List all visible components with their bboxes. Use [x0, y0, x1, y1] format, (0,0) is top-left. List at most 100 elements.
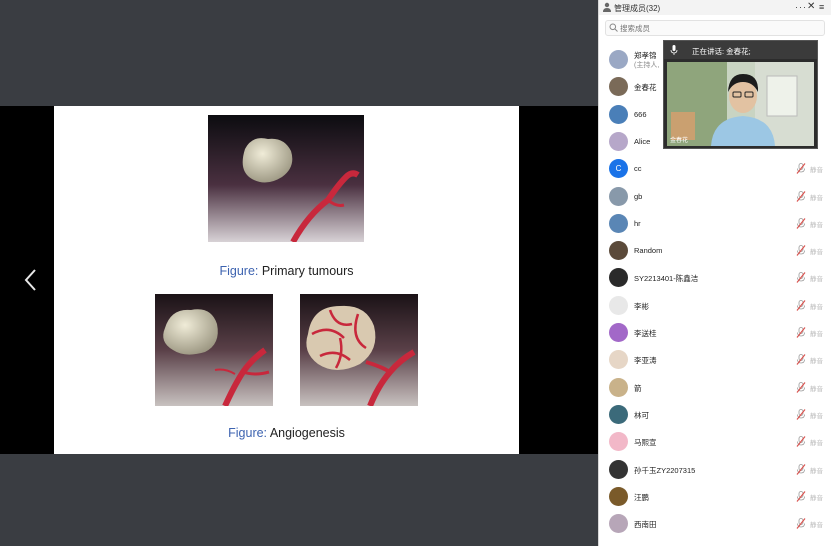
- angiogenesis-after-image: [300, 294, 418, 406]
- mute-label: 静音: [810, 249, 823, 257]
- member-role: (主持人,: [634, 62, 660, 69]
- caption-text: Primary tumours: [258, 264, 354, 278]
- avatar: [609, 514, 628, 534]
- member-row[interactable]: 李送桂 静音: [599, 321, 831, 345]
- muted-microphone-icon[interactable]: [796, 217, 806, 229]
- member-row[interactable]: 孙千玉ZY2207315 静音: [599, 458, 831, 482]
- previous-slide-arrow-icon[interactable]: [20, 266, 42, 294]
- mute-label: 静音: [810, 385, 823, 393]
- muted-microphone-icon[interactable]: [796, 163, 806, 175]
- muted-microphone-icon[interactable]: [796, 299, 806, 311]
- avatar: [609, 131, 628, 151]
- figure-caption-primary: Figure: Primary tumours: [54, 264, 519, 278]
- caption-text: Angiogenesis: [267, 426, 345, 440]
- member-row[interactable]: Ccc 静音: [599, 157, 831, 181]
- member-row[interactable]: 箭 静音: [599, 376, 831, 400]
- avatar: [609, 268, 628, 288]
- member-row[interactable]: 林可 静音: [599, 403, 831, 427]
- member-row[interactable]: Random 静音: [599, 239, 831, 263]
- mute-label: 静音: [810, 167, 823, 175]
- presentation-stage: Figure: Primary tumours Figure: Angiogen…: [0, 0, 598, 546]
- menu-icon[interactable]: ≡: [819, 2, 824, 12]
- member-name: cc: [634, 164, 642, 174]
- member-row[interactable]: 李彬 静音: [599, 294, 831, 318]
- member-row[interactable]: 马熙宣 静音: [599, 430, 831, 454]
- speaker-status-bar: 正在讲话: 金春花;: [664, 41, 817, 59]
- mute-label: 静音: [810, 194, 823, 202]
- avatar: [609, 186, 628, 206]
- avatar: [609, 104, 628, 124]
- avatar: [609, 241, 628, 261]
- mute-label: 静音: [810, 522, 823, 530]
- mute-label: 静音: [810, 276, 823, 284]
- more-options-icon[interactable]: ···: [795, 2, 807, 12]
- member-row[interactable]: gb 静音: [599, 185, 831, 209]
- member-name: 金春花: [634, 83, 657, 93]
- member-name: Random: [634, 246, 663, 256]
- shared-screen: Figure: Primary tumours Figure: Angiogen…: [0, 106, 598, 454]
- mute-label: 静音: [810, 221, 823, 229]
- member-row[interactable]: 西南田 静音: [599, 512, 831, 536]
- avatar: [609, 50, 628, 69]
- member-name: 666: [634, 109, 647, 119]
- figure-label: Figure:: [219, 264, 259, 278]
- member-row[interactable]: SY2213401-陈鑫洁 静音: [599, 266, 831, 290]
- avatar: [609, 404, 628, 424]
- search-input[interactable]: [620, 21, 815, 35]
- member-name: 西南田: [634, 520, 657, 530]
- member-panel-title: 管理成员(32): [614, 4, 661, 13]
- mute-label: 静音: [810, 303, 823, 311]
- close-icon[interactable]: ✕: [807, 1, 815, 12]
- speaking-status: 正在讲话: 金春花;: [692, 47, 751, 56]
- avatar: [609, 323, 628, 342]
- muted-microphone-icon[interactable]: [796, 245, 806, 256]
- muted-microphone-icon[interactable]: [796, 408, 806, 420]
- member-row[interactable]: 汪鹏 静音: [599, 485, 831, 509]
- avatar: [609, 377, 628, 397]
- muted-microphone-icon[interactable]: [796, 272, 806, 284]
- avatar: [609, 295, 628, 315]
- mute-label: 静音: [810, 440, 823, 448]
- figure-caption-angiogenesis: Figure: Angiogenesis: [54, 426, 519, 440]
- muted-microphone-icon[interactable]: [796, 190, 806, 202]
- avatar: [609, 350, 628, 370]
- member-name: 箭: [634, 383, 642, 393]
- avatar: [609, 432, 628, 452]
- figure-label: Figure:: [228, 426, 268, 440]
- member-panel-header: 管理成员(32) ··· ✕ ≡: [599, 0, 831, 15]
- speaker-name-tag: 金春花: [670, 138, 689, 144]
- avatar: [609, 77, 628, 97]
- muted-microphone-icon[interactable]: [796, 463, 806, 475]
- angiogenesis-before-image: [155, 294, 273, 406]
- member-row[interactable]: hr 静音: [599, 212, 831, 236]
- member-name: gb: [634, 191, 643, 201]
- muted-microphone-icon[interactable]: [796, 354, 806, 366]
- member-name: 李亚涛: [634, 356, 657, 366]
- mute-label: 静音: [810, 494, 823, 502]
- member-name: 马熙宣: [634, 438, 657, 448]
- member-name: 林可: [634, 410, 649, 420]
- avatar: [609, 459, 628, 479]
- muted-microphone-icon[interactable]: [796, 327, 806, 338]
- member-name: 李彬: [634, 301, 649, 311]
- avatar-initial: C: [615, 164, 622, 174]
- member-name: 李送桂: [634, 329, 657, 338]
- avatar: [609, 213, 628, 233]
- member-name: hr: [634, 218, 641, 228]
- member-name: Alice: [634, 136, 651, 146]
- muted-microphone-icon[interactable]: [796, 381, 806, 393]
- speaker-video-feed: [667, 62, 814, 146]
- muted-microphone-icon[interactable]: [796, 518, 806, 529]
- active-speaker-video[interactable]: 正在讲话: 金春花; 金春花: [663, 40, 818, 149]
- primary-tumour-image: [208, 115, 364, 242]
- muted-microphone-icon[interactable]: [796, 490, 806, 502]
- member-row[interactable]: 李亚涛 静音: [599, 348, 831, 372]
- member-name: 汪鹏: [634, 492, 649, 502]
- muted-microphone-icon[interactable]: [796, 436, 806, 448]
- member-search[interactable]: [605, 20, 825, 36]
- avatar: C: [609, 159, 628, 179]
- microphone-icon: [670, 45, 678, 55]
- member-name: SY2213401-陈鑫洁: [634, 274, 699, 284]
- user-icon: [603, 2, 611, 12]
- mute-label: 静音: [810, 412, 823, 420]
